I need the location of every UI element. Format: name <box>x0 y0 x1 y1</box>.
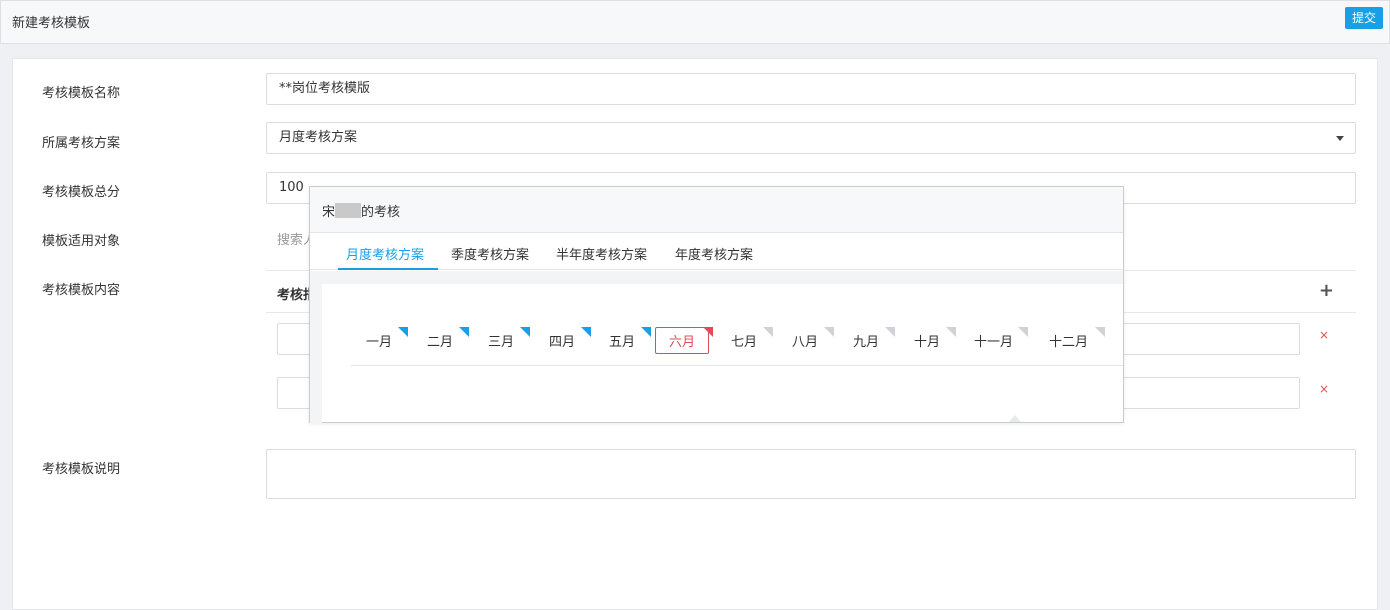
month-status-pending-icon <box>885 327 895 337</box>
description-textarea[interactable] <box>266 449 1356 499</box>
month-status-pending-icon <box>824 327 834 337</box>
plan-select-value: 月度考核方案 <box>279 130 358 145</box>
submit-button[interactable]: 提交 <box>1344 7 1383 29</box>
plan-select[interactable]: 月度考核方案 <box>266 122 1356 154</box>
popup-header: 宋 的考核 <box>310 187 1123 233</box>
plan-label: 所属考核方案 <box>42 136 121 151</box>
month-status-done-icon <box>581 327 591 337</box>
tab-yearly[interactable]: 年度考核方案 <box>675 244 753 263</box>
template-name-label: 考核模板名称 <box>42 86 121 101</box>
pointer-triangle-icon <box>1009 415 1021 422</box>
month-status-pending-icon <box>763 327 773 337</box>
month-status-current-icon <box>703 327 713 337</box>
month-jan[interactable]: 一月 <box>366 331 392 350</box>
redacted-name <box>335 203 362 218</box>
top-bar: 新建考核模板 提交 <box>0 0 1390 44</box>
caret-down-icon <box>1336 136 1344 141</box>
month-status-done-icon <box>398 327 408 337</box>
month-mar[interactable]: 三月 <box>488 331 514 350</box>
month-apr[interactable]: 四月 <box>549 331 575 350</box>
month-may[interactable]: 五月 <box>609 331 635 350</box>
plus-icon[interactable]: + <box>1319 281 1334 301</box>
popup-title-name: 宋 <box>322 205 336 220</box>
month-status-done-icon <box>520 327 530 337</box>
month-status-done-icon <box>459 327 469 337</box>
month-aug[interactable]: 八月 <box>792 331 818 350</box>
template-name-input[interactable]: **岗位考核模版 <box>266 73 1356 105</box>
month-jun[interactable]: 六月 <box>655 327 710 354</box>
popup-title: 宋 的考核 <box>322 201 400 220</box>
months-divider <box>351 365 1123 366</box>
tab-half-year[interactable]: 半年度考核方案 <box>556 244 647 263</box>
close-icon[interactable]: × <box>1319 328 1329 342</box>
assessment-popup: 宋的考核 月度考核方案 季度考核方案 半年度考核方案 年度考核方案 一月 二月 … <box>309 186 1124 423</box>
month-feb[interactable]: 二月 <box>427 331 453 350</box>
month-oct[interactable]: 十月 <box>914 331 940 350</box>
month-status-pending-icon <box>946 327 956 337</box>
description-label: 考核模板说明 <box>42 462 121 477</box>
month-sep[interactable]: 九月 <box>853 331 879 350</box>
total-score-label: 考核模板总分 <box>42 185 121 200</box>
month-jul[interactable]: 七月 <box>731 331 757 350</box>
month-dec[interactable]: 十二月 <box>1049 331 1088 350</box>
month-status-pending-icon <box>1018 327 1028 337</box>
active-tab-indicator <box>338 268 438 270</box>
page-title: 新建考核模板 <box>12 16 91 31</box>
month-status-pending-icon <box>1095 327 1105 337</box>
month-nov[interactable]: 十一月 <box>974 331 1013 350</box>
target-label: 模板适用对象 <box>42 234 121 249</box>
tab-monthly[interactable]: 月度考核方案 <box>346 244 424 263</box>
plan-tabs: 月度考核方案 季度考核方案 半年度考核方案 年度考核方案 <box>310 234 1123 270</box>
close-icon[interactable]: × <box>1319 382 1329 396</box>
tab-quarterly[interactable]: 季度考核方案 <box>451 244 529 263</box>
content-label: 考核模板内容 <box>42 283 121 298</box>
popup-title-suffix: 的考核 <box>361 205 401 220</box>
month-status-done-icon <box>641 327 651 337</box>
